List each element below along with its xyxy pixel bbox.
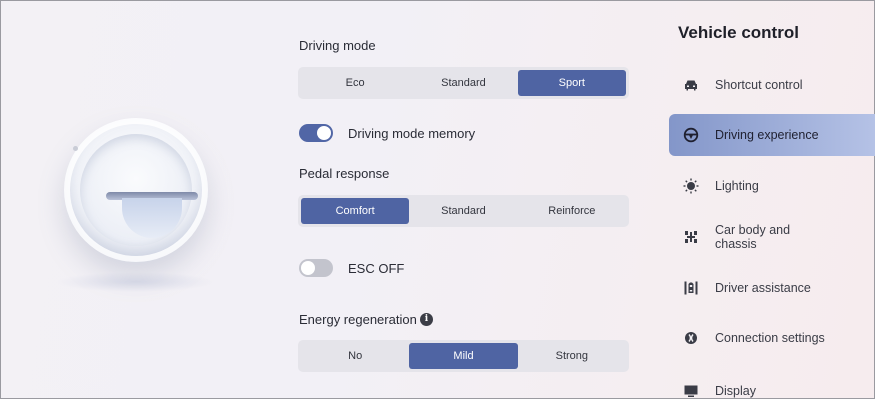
nav-item-driving-experience[interactable]: Driving experience [669, 114, 875, 156]
nav-item-driver-assistance[interactable]: Driver assistance [669, 275, 875, 301]
nav-title: Vehicle control [678, 23, 799, 42]
nav-item-shortcut-control[interactable]: Shortcut control [669, 72, 875, 98]
chassis-icon [683, 229, 699, 245]
driving-mode-option-standard[interactable]: Standard [409, 70, 517, 96]
nav-item-label: Car body and chassis [715, 222, 791, 251]
nav-item-display[interactable]: Display [669, 378, 875, 398]
pedal-response-option-reinforce[interactable]: Reinforce [518, 198, 626, 224]
driving-mode-selector: Eco Standard Sport [298, 67, 629, 99]
connection-icon [683, 330, 699, 346]
nav-item-lighting[interactable]: Lighting [669, 173, 875, 199]
nav-item-display-clip: Display [669, 378, 875, 398]
wheel-shadow [56, 272, 216, 292]
nav-item-car-body-and-chassis[interactable]: Car body and chassis [669, 220, 875, 254]
driving-mode-option-sport[interactable]: Sport [517, 70, 626, 96]
wheel-hub [122, 198, 182, 238]
nav-item-label: Shortcut control [715, 77, 803, 92]
toggle-knob [301, 261, 315, 275]
wheel-inner [80, 134, 198, 246]
nav-item-label: Driver assistance [715, 280, 811, 295]
driving-mode-memory-label: Driving mode memory [348, 126, 476, 141]
energy-regeneration-selector: No Mild Strong [298, 340, 629, 372]
driving-mode-memory-toggle[interactable] [299, 124, 333, 142]
nav-item-label: Display [715, 383, 756, 398]
toggle-knob [317, 126, 331, 140]
energy-regeneration-option-strong[interactable]: Strong [518, 343, 626, 369]
nav-item-connection-settings[interactable]: Connection settings [669, 325, 875, 351]
info-icon[interactable]: i [420, 313, 433, 326]
nav-item-label: Driving experience [715, 127, 819, 142]
pedal-response-option-standard[interactable]: Standard [409, 198, 517, 224]
pedal-response-option-comfort[interactable]: Comfort [301, 198, 410, 224]
driving-mode-option-eco[interactable]: Eco [301, 70, 409, 96]
light-icon [683, 178, 699, 194]
steering-wheel-illustration [64, 118, 208, 262]
driver-assist-icon [683, 280, 699, 296]
energy-regeneration-option-no[interactable]: No [301, 343, 409, 369]
esc-off-toggle[interactable] [299, 259, 333, 277]
energy-regeneration-option-mild[interactable]: Mild [409, 343, 518, 369]
steering-wheel-icon [683, 127, 699, 143]
nav-item-label: Lighting [715, 178, 759, 193]
driving-mode-label: Driving mode [299, 38, 376, 53]
display-icon [683, 383, 699, 398]
esc-off-label: ESC OFF [348, 261, 405, 276]
pedal-response-label: Pedal response [299, 166, 390, 181]
car-icon [683, 77, 699, 93]
energy-regeneration-label: Energy regeneration [299, 312, 417, 327]
nav-item-label: Connection settings [715, 330, 825, 345]
pedal-response-selector: Comfort Standard Reinforce [298, 195, 629, 227]
decorative-dot [73, 146, 78, 151]
